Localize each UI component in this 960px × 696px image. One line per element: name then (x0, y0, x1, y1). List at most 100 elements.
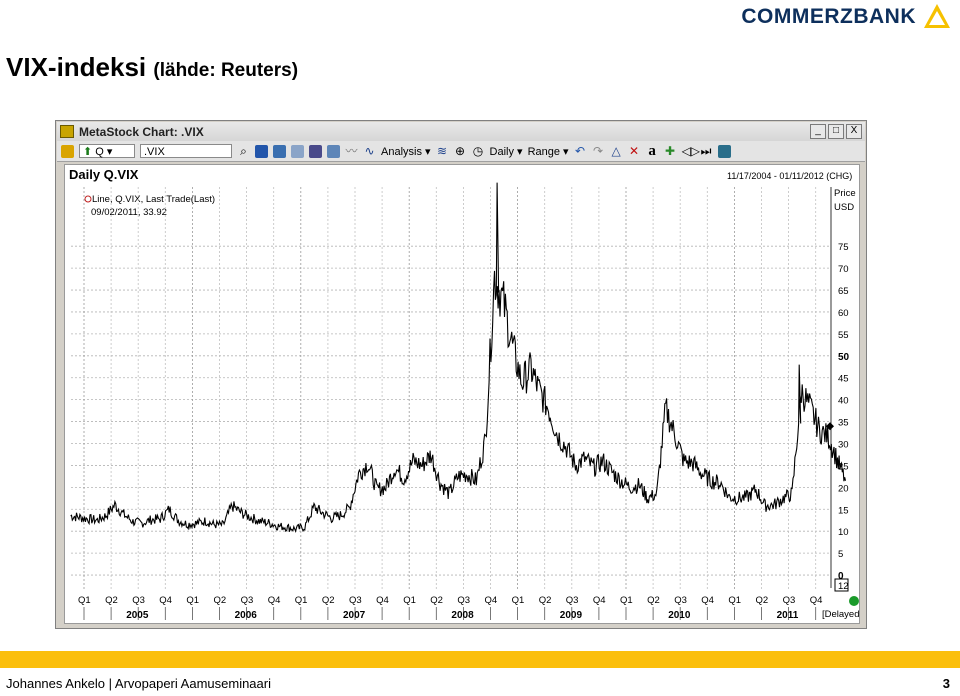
x-tick-label: Q4 (810, 595, 823, 606)
zoom-icon[interactable]: ⊕ (454, 144, 467, 158)
chart-grid (71, 187, 830, 590)
x-year-label: 2005 (126, 610, 149, 621)
y-tick-label: 55 (838, 330, 849, 341)
triangle-tool-icon[interactable]: △ (610, 144, 623, 158)
x-tick-label: Q3 (349, 595, 362, 606)
range-menu[interactable]: Range ▾ (528, 145, 569, 158)
x-tick-label: Q3 (783, 595, 796, 606)
scroll-left-right-icon[interactable]: ◁▷ (682, 144, 700, 158)
page-number: 3 (942, 676, 950, 691)
x-tick-label: Q3 (241, 595, 254, 606)
y-tick-label: 75 (838, 242, 849, 253)
symbol-input[interactable]: .VIX (140, 144, 232, 158)
x-tick-label: Q1 (620, 595, 633, 606)
analysis-menu[interactable]: Analysis ▾ (381, 145, 431, 158)
y-tick-label: 60 (838, 308, 849, 319)
x-tick-label: Q4 (268, 595, 281, 606)
vix-series-line (70, 182, 847, 533)
undo-icon[interactable]: ↶ (574, 144, 587, 158)
chart-toolbar: ⬆ Q ▾ .VIX ⌕ 〰 ∿ Analysis ▾ ≋ ⊕ ◷ Daily … (57, 141, 865, 162)
count-label: 12 (838, 581, 849, 592)
chart-heading: Daily Q.VIX (69, 167, 139, 182)
window-controls: _ □ X (810, 124, 862, 139)
x-tick-label: Q1 (403, 595, 416, 606)
x-tick-label: Q1 (728, 595, 741, 606)
legend-value: 09/02/2011, 33.92 (91, 207, 167, 218)
x-tick-label: Q1 (78, 595, 91, 606)
indicator-icon[interactable]: ≋ (436, 144, 449, 158)
x-tick-label: Q4 (485, 595, 498, 606)
search-icon[interactable]: ⌕ (237, 144, 250, 158)
x-tick-label: Q3 (566, 595, 579, 606)
y-tick-label: 35 (838, 418, 849, 429)
symbol-type-select[interactable]: ⬆ Q ▾ (79, 144, 135, 158)
x-tick-label: Q1 (512, 595, 525, 606)
print-icon[interactable] (273, 144, 286, 158)
x-tick-label: Q2 (539, 595, 552, 606)
y-tick-label: 15 (838, 505, 849, 516)
x-year-label: 2010 (668, 610, 691, 621)
y-tick-label: 70 (838, 264, 849, 275)
close-button[interactable]: X (846, 124, 862, 139)
slide-title-main: VIX-indeksi (6, 52, 147, 82)
folder-down-icon[interactable] (61, 144, 74, 158)
text-tool-icon[interactable]: a (646, 143, 659, 158)
x-tick-label: Q2 (105, 595, 118, 606)
maximize-button[interactable]: □ (828, 124, 844, 139)
x-tick-label: Q3 (132, 595, 145, 606)
footer-band (0, 651, 960, 668)
copy-icon[interactable] (291, 144, 304, 158)
x-year-label: 2007 (343, 610, 366, 621)
y-tick-label: 50 (838, 352, 850, 363)
x-tick-label: Q3 (457, 595, 470, 606)
y-tick-label: 45 (838, 374, 849, 385)
legend-marker-icon (84, 195, 92, 203)
y-tick-label: 30 (838, 440, 849, 451)
clock-icon[interactable]: ◷ (472, 144, 485, 158)
x-tick-label: Q2 (647, 595, 660, 606)
line-style-icon[interactable]: 〰 (345, 144, 358, 158)
footer-presenter: Johannes Ankelo | Arvopaperi Aamuseminaa… (6, 676, 271, 691)
x-tick-label: Q2 (214, 595, 227, 606)
x-tick-label: Q1 (186, 595, 199, 606)
crosshair-icon[interactable]: ✚ (664, 144, 677, 158)
x-year-label: 2011 (777, 610, 799, 621)
window-titlebar[interactable]: MetaStock Chart: .VIX _ □ X (57, 122, 865, 141)
redo-icon[interactable]: ↷ (592, 144, 605, 158)
y-tick-label: 65 (838, 286, 849, 297)
vix-chart: Daily Q.VIX 11/17/2004 - 01/11/2012 (CHG… (69, 167, 862, 621)
delayed-status: [Delayed] (822, 609, 859, 620)
brand-logo: COMMERZBANK (741, 2, 952, 32)
slide-title-source: (lähde: Reuters) (153, 60, 299, 81)
online-status-icon (849, 596, 859, 606)
save-icon[interactable] (255, 144, 268, 158)
globe-icon[interactable] (717, 144, 731, 158)
x-tick-label: Q4 (593, 595, 606, 606)
y-tick-label: 5 (838, 549, 843, 560)
delete-icon[interactable]: ✕ (628, 144, 641, 158)
commerzbank-ribbon-icon (924, 4, 950, 28)
x-tick-label: Q1 (295, 595, 308, 606)
brand-name: COMMERZBANK (741, 5, 916, 28)
text-icon[interactable] (309, 144, 322, 158)
analysis-icon[interactable]: ∿ (363, 144, 376, 158)
currency-axis-label: USD (834, 202, 854, 213)
chart-area[interactable]: Daily Q.VIX 11/17/2004 - 01/11/2012 (CHG… (64, 164, 862, 624)
x-year-label: 2009 (560, 610, 583, 621)
minimize-button[interactable]: _ (810, 124, 826, 139)
legend-series: Line, Q.VIX, Last Trade(Last) (92, 194, 215, 205)
goto-end-icon[interactable]: ⏭ (700, 144, 713, 158)
metastock-window: MetaStock Chart: .VIX _ □ X ⬆ Q ▾ .VIX ⌕… (55, 120, 867, 629)
properties-icon[interactable] (327, 144, 340, 158)
periodicity-menu[interactable]: Daily ▾ (490, 145, 523, 158)
metastock-app-icon (60, 125, 74, 138)
y-tick-label: 40 (838, 396, 849, 407)
slide-title: VIX-indeksi (lähde: Reuters) (6, 52, 298, 83)
x-year-label: 2008 (451, 610, 474, 621)
x-tick-label: Q4 (159, 595, 172, 606)
x-tick-label: Q2 (322, 595, 335, 606)
x-tick-label: Q4 (701, 595, 714, 606)
x-year-label: 2006 (235, 610, 258, 621)
x-tick-label: Q4 (376, 595, 389, 606)
window-title: MetaStock Chart: .VIX (79, 125, 204, 139)
